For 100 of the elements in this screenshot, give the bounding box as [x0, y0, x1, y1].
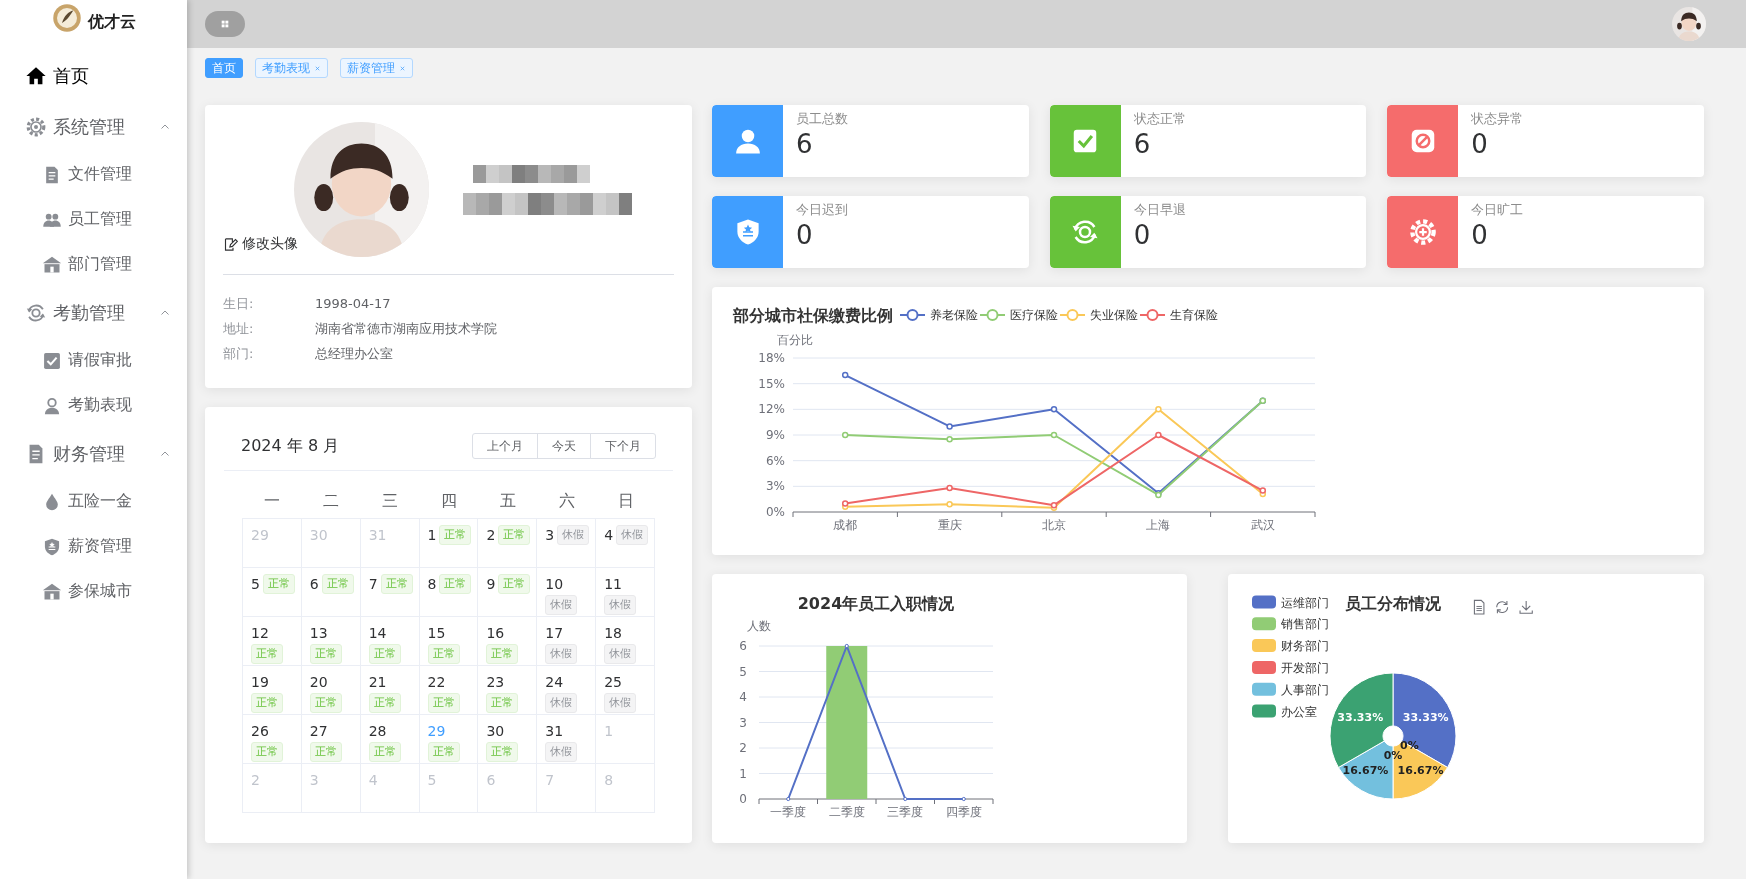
day-number: 1 [427, 526, 437, 545]
status-tag: 休假 [604, 644, 637, 664]
day-number: 3 [309, 771, 319, 790]
field-label: 部门: [223, 344, 255, 363]
status-tag: 正常 [309, 742, 342, 762]
legend-label: 运维部门 [1281, 595, 1329, 610]
day-number: 3 [545, 526, 555, 545]
tick-label: 二季度 [828, 805, 865, 819]
tick-label: 9% [765, 428, 785, 442]
weekday-label: 一 [262, 491, 281, 512]
status-tag: 休假 [545, 693, 578, 713]
status-tag: 正常 [321, 574, 354, 594]
tick-label: 18% [758, 351, 785, 365]
data-label: 16.67% [1397, 763, 1444, 777]
chart-title: 部分城市社保缴费比例 [733, 306, 893, 325]
day-number: 5 [427, 771, 437, 790]
tick-label: 15% [758, 376, 785, 391]
tick-label: 四季度 [945, 805, 982, 819]
tick-label: 0% [765, 505, 785, 519]
weekday-label: 六 [557, 491, 576, 512]
status-tag: 正常 [439, 574, 472, 594]
status-tag: 正常 [498, 525, 531, 545]
status-tag: 休假 [545, 595, 578, 615]
day-number: 17 [545, 624, 564, 643]
day-number: 31 [368, 526, 387, 545]
status-tag: 正常 [309, 693, 342, 713]
status-tag: 正常 [427, 742, 460, 762]
legend-label: 办公室 [1281, 704, 1317, 719]
stat-value: 6 [796, 128, 814, 161]
day-number: 25 [604, 673, 622, 692]
day-number: 6 [309, 575, 319, 594]
status-tag: 休假 [545, 742, 578, 762]
stat-value: 0 [1471, 128, 1489, 161]
field-value: 湖南省常德市湖南应用技术学院 [315, 319, 497, 338]
day-number: 4 [368, 771, 378, 790]
status-tag: 正常 [262, 574, 295, 594]
day-number: 13 [309, 624, 328, 643]
weekday-label: 四 [439, 491, 458, 512]
data-label: 33.33% [1402, 711, 1449, 725]
tick-label: 6% [765, 453, 785, 468]
data-label: 33.33% [1337, 711, 1384, 725]
chart-title: 2024年员工入职情况 [797, 594, 955, 613]
day-number: 29 [427, 722, 446, 741]
tick-label: 3 [739, 715, 747, 730]
axis-title: 百分比 [777, 333, 813, 347]
tick-label: 2 [739, 741, 747, 755]
day-number: 12 [251, 624, 269, 643]
stat-label: 员工总数 [796, 111, 848, 127]
status-tag: 正常 [251, 644, 283, 664]
field-label: 地址: [223, 319, 255, 338]
stat-label: 今日旷工 [1471, 202, 1524, 218]
day-number: 27 [309, 722, 328, 741]
day-number: 28 [368, 722, 387, 741]
day-number: 1 [604, 722, 614, 741]
legend-label: 销售部门 [1280, 617, 1329, 632]
weekday-label: 五 [498, 491, 517, 512]
stat-value: 0 [1133, 219, 1152, 252]
day-number: 31 [545, 722, 564, 741]
tick-label: 北京 [1042, 518, 1066, 532]
day-number: 8 [604, 771, 614, 790]
status-tag: 正常 [486, 693, 519, 713]
day-number: 15 [427, 624, 446, 643]
status-tag: 正常 [486, 644, 519, 664]
weekday-label: 二 [321, 491, 340, 512]
status-tag: 正常 [498, 574, 531, 594]
day-number: 6 [486, 771, 496, 790]
legend-label: 人事部门 [1281, 682, 1329, 697]
status-tag: 正常 [486, 742, 519, 762]
legend-label: 医疗保险 [1010, 308, 1058, 322]
day-number: 14 [368, 624, 387, 643]
stat-label: 今日早退 [1133, 202, 1186, 218]
day-number: 11 [604, 575, 622, 594]
day-number: 9 [486, 575, 496, 594]
field-value: 1998-04-17 [315, 296, 391, 311]
day-number: 7 [368, 575, 378, 594]
status-tag: 休假 [604, 693, 637, 713]
tick-label: 1 [739, 766, 747, 781]
day-number: 30 [486, 722, 505, 741]
day-number: 30 [309, 526, 328, 545]
tick-label: 重庆 [937, 518, 962, 532]
status-tag: 正常 [251, 742, 283, 762]
stat-label: 状态正常 [1133, 111, 1186, 127]
day-number: 8 [427, 575, 437, 594]
status-tag: 正常 [309, 644, 342, 664]
status-tag: 正常 [427, 644, 460, 664]
day-number: 26 [251, 722, 269, 741]
tick-label: 12% [758, 402, 785, 417]
legend-label: 财务部门 [1281, 639, 1329, 654]
status-tag: 休假 [616, 525, 649, 545]
field-label: 生日: [223, 294, 255, 313]
day-number: 18 [604, 624, 622, 643]
tick-label: 5 [739, 664, 747, 679]
status-tag: 正常 [368, 742, 401, 762]
legend-label: 开发部门 [1281, 660, 1329, 675]
day-number: 4 [604, 526, 614, 545]
legend-label: 失业保险 [1090, 308, 1138, 322]
day-number: 23 [486, 673, 505, 692]
status-tag: 休假 [557, 525, 590, 545]
tick-label: 4 [739, 690, 747, 704]
day-number: 10 [545, 575, 564, 594]
